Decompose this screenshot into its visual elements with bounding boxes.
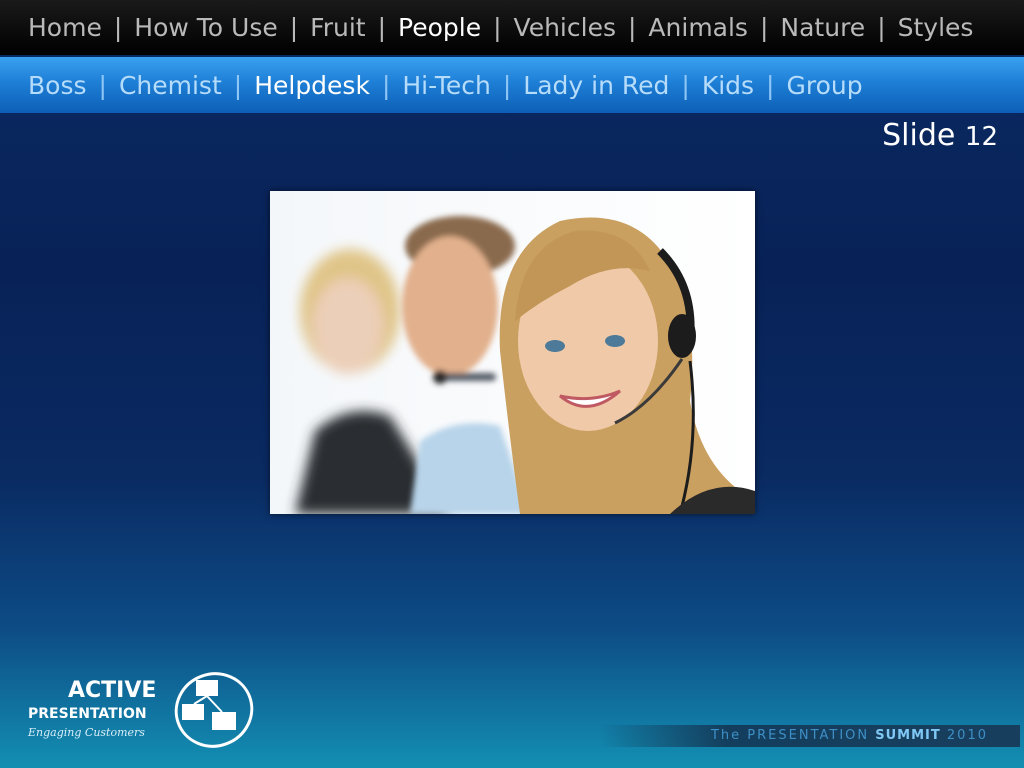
nav-nature[interactable]: Nature <box>780 13 865 42</box>
summit-bold: SUMMIT <box>875 728 941 743</box>
nav-animals[interactable]: Animals <box>648 13 748 42</box>
top-navigation: Home | How To Use | Fruit | People | Veh… <box>0 0 1024 55</box>
summit-year: 2010 <box>946 728 988 743</box>
nav-separator: | <box>877 13 886 42</box>
slide-number-value: 12 <box>964 122 998 152</box>
subnav-lady-in-red[interactable]: Lady in Red <box>523 71 669 100</box>
subnav-helpdesk[interactable]: Helpdesk <box>254 71 370 100</box>
slide-label: Slide <box>882 118 956 153</box>
logo-tagline: Engaging Customers <box>28 726 145 739</box>
nav-home[interactable]: Home <box>28 13 102 42</box>
subnav-separator: | <box>381 70 391 100</box>
subnav-separator: | <box>502 70 512 100</box>
subnav-separator: | <box>681 70 690 100</box>
slide-number: Slide 12 <box>882 118 998 153</box>
nav-separator: | <box>627 13 637 42</box>
presentation-summit-text: The PRESENTATION SUMMIT 2010 <box>711 728 988 743</box>
nav-separator: | <box>113 13 123 42</box>
org-chart-icon <box>174 672 254 748</box>
nav-separator: | <box>493 13 502 42</box>
nav-separator: | <box>759 13 769 42</box>
subnav-separator: | <box>98 70 107 100</box>
subnav-separator: | <box>766 70 775 100</box>
nav-separator: | <box>289 13 299 42</box>
nav-fruit[interactable]: Fruit <box>310 13 365 42</box>
summit-prefix: The PRESENTATION <box>710 728 870 743</box>
nav-how-to-use[interactable]: How To Use <box>134 13 277 42</box>
subnav-chemist[interactable]: Chemist <box>119 71 222 100</box>
nav-people[interactable]: People <box>398 13 481 42</box>
subnav-hi-tech[interactable]: Hi-Tech <box>402 71 490 100</box>
nav-vehicles[interactable]: Vehicles <box>514 13 616 42</box>
sub-navigation: Boss | Chemist | Helpdesk | Hi-Tech | La… <box>0 57 1024 113</box>
subnav-boss[interactable]: Boss <box>28 71 87 100</box>
helpdesk-photo <box>270 191 755 514</box>
subnav-kids[interactable]: Kids <box>702 71 754 100</box>
logo-line2: PRESENTATION <box>28 706 147 722</box>
subnav-separator: | <box>233 70 243 100</box>
nav-styles[interactable]: Styles <box>898 13 974 42</box>
subnav-group[interactable]: Group <box>786 71 862 100</box>
active-presentation-logo: ACTIVE PRESENTATION Engaging Customers <box>26 670 266 750</box>
logo-line1: ACTIVE <box>68 678 157 703</box>
nav-separator: | <box>377 13 387 42</box>
